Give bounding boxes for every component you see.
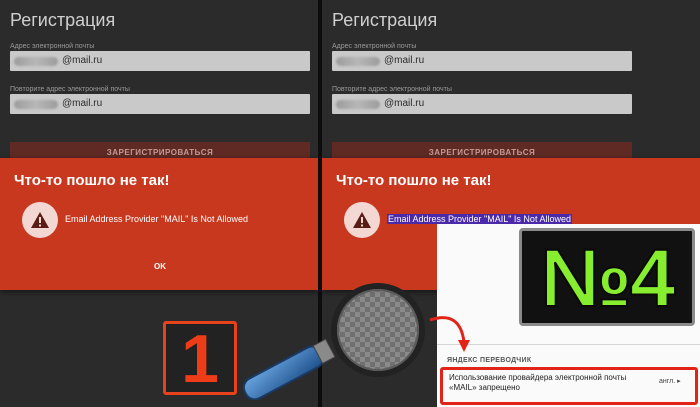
number-one-badge: 1 <box>163 321 237 395</box>
magnifier-icon <box>242 283 425 401</box>
email-field[interactable]: @mail.ru <box>332 51 632 71</box>
error-dialog: Что-то пошло не так! Email Address Provi… <box>0 158 318 290</box>
repeat-email-label: Повторите адрес электронной почты <box>332 86 452 93</box>
error-message-selected[interactable]: Email Address Provider "MAIL" Is Not All… <box>387 214 572 224</box>
email-domain: @mail.ru <box>62 55 103 66</box>
blurred-username <box>336 100 380 109</box>
email-label: Адрес электронной почты <box>332 43 417 50</box>
translation-highlight-frame <box>440 367 698 405</box>
email-field[interactable]: @mail.ru <box>10 51 310 71</box>
page-title: Регистрация <box>332 10 438 30</box>
error-message: Email Address Provider "MAIL" Is Not All… <box>65 214 248 224</box>
badge-number: №4 <box>539 232 676 325</box>
email-domain: @mail.ru <box>384 55 425 66</box>
repeat-email-field[interactable]: @mail.ru <box>10 94 310 114</box>
repeat-email-domain: @mail.ru <box>384 98 425 109</box>
blurred-username <box>336 57 380 66</box>
blurred-username <box>14 57 58 66</box>
warning-icon <box>344 202 380 238</box>
number-four-badge: №4 <box>519 228 695 326</box>
badge-number: 1 <box>181 321 219 397</box>
repeat-email-domain: @mail.ru <box>62 98 103 109</box>
blurred-username <box>14 100 58 109</box>
repeat-email-label: Повторите адрес электронной почты <box>10 86 130 93</box>
warning-icon <box>22 202 58 238</box>
email-label: Адрес электронной почты <box>10 43 95 50</box>
dialog-title: Что-то пошло не так! <box>336 172 492 189</box>
ok-button[interactable]: OK <box>154 262 166 271</box>
dialog-title: Что-то пошло не так! <box>14 172 170 189</box>
repeat-email-field[interactable]: @mail.ru <box>332 94 632 114</box>
page-title: Регистрация <box>10 10 116 30</box>
